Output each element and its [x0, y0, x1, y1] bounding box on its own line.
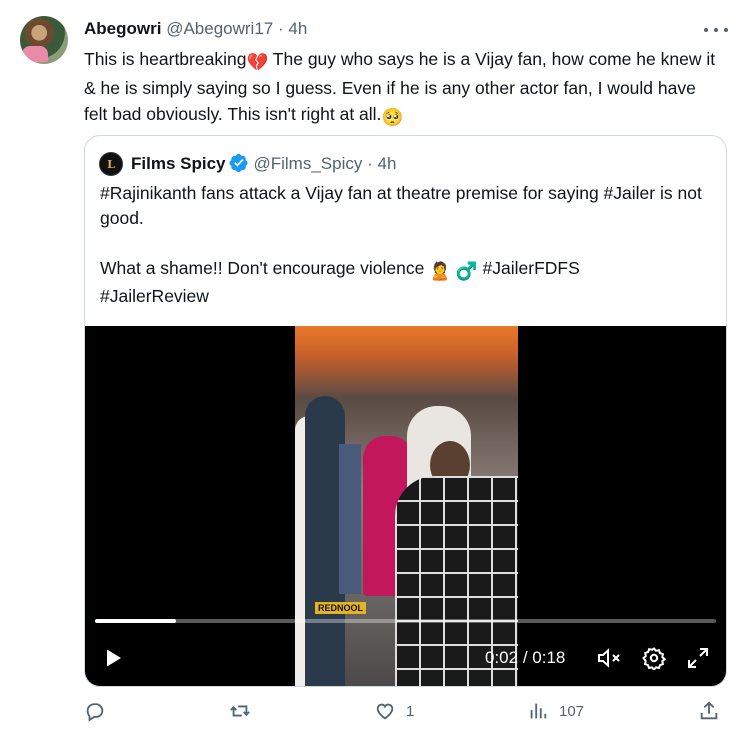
share-button[interactable]	[698, 700, 720, 722]
fullscreen-icon[interactable]	[686, 646, 710, 670]
video-progress-fill	[95, 619, 176, 623]
quoted-text-line2-before: What a shame!! Don't encourage violence	[100, 258, 430, 278]
reply-button[interactable]	[84, 700, 116, 722]
video-watermark: REDNOOL	[315, 602, 366, 614]
like-button[interactable]: 1	[374, 700, 414, 722]
male-sign-emoji: ♂️	[455, 261, 478, 281]
views-count: 107	[559, 702, 585, 720]
tweet-text: This is heartbreaking💔 The guy who says …	[84, 46, 724, 130]
quoted-separator-dot: ·	[367, 154, 373, 173]
author-avatar[interactable]	[20, 16, 68, 64]
more-options-icon[interactable]	[704, 20, 728, 40]
video-time-separator: /	[518, 648, 533, 667]
broken-heart-emoji: 💔	[246, 52, 269, 72]
settings-gear-icon[interactable]	[642, 646, 666, 670]
quoted-author-name[interactable]: Films Spicy	[131, 154, 225, 173]
views-button[interactable]: 107	[527, 700, 584, 722]
author-handle[interactable]: @Abegowri17	[166, 19, 273, 38]
quoted-header: Films Spicy @Films_Spicy · 4h	[131, 153, 396, 175]
heart-icon	[376, 703, 394, 720]
quoted-tweet-card[interactable]: L Films Spicy @Films_Spicy · 4h #Rajinika…	[84, 135, 727, 687]
mute-icon[interactable]	[596, 646, 622, 670]
video-progress-bar[interactable]	[95, 619, 716, 623]
hashtag-jailerreview[interactable]: #JailerReview	[100, 286, 209, 306]
play-icon[interactable]	[101, 646, 125, 670]
quoted-author-avatar[interactable]: L	[99, 152, 123, 176]
quoted-text: #Rajinikanth fans attack a Vijay fan at …	[100, 181, 710, 309]
quoted-author-handle[interactable]: @Films_Spicy	[253, 154, 362, 173]
tweet-actions-bar: 1 107	[0, 700, 746, 730]
tweet-header: Abegowri @Abegowri17 · 4h	[84, 18, 307, 40]
quoted-text-line1: #Rajinikanth fans attack a Vijay fan at …	[100, 183, 702, 228]
video-current-time: 0:02	[485, 648, 519, 667]
video-time-readout: 0:02 / 0:18	[485, 647, 565, 669]
video-player[interactable]: REDNOOL 0:02 / 0:18	[85, 326, 726, 686]
person-pouting-emoji: 🙎	[429, 261, 452, 281]
retweet-icon	[230, 705, 250, 717]
share-icon	[700, 701, 718, 720]
verified-badge-icon	[229, 153, 249, 173]
like-count: 1	[406, 702, 415, 720]
video-frame	[295, 326, 518, 686]
reply-icon	[86, 703, 104, 722]
quoted-time[interactable]: 4h	[378, 154, 397, 173]
retweet-button[interactable]	[229, 700, 261, 722]
author-name[interactable]: Abegowri	[84, 19, 161, 38]
views-chart-icon	[530, 703, 547, 719]
pleading-face-emoji: 🥺	[381, 107, 404, 127]
quoted-avatar-letter: L	[107, 157, 115, 171]
hashtag-jailerfdfs[interactable]: #JailerFDFS	[478, 258, 580, 278]
tweet-time[interactable]: 4h	[288, 19, 307, 38]
tweet-text-part1: This is heartbreaking	[84, 49, 247, 69]
video-duration: 0:18	[532, 648, 566, 667]
separator-dot: ·	[277, 19, 284, 38]
